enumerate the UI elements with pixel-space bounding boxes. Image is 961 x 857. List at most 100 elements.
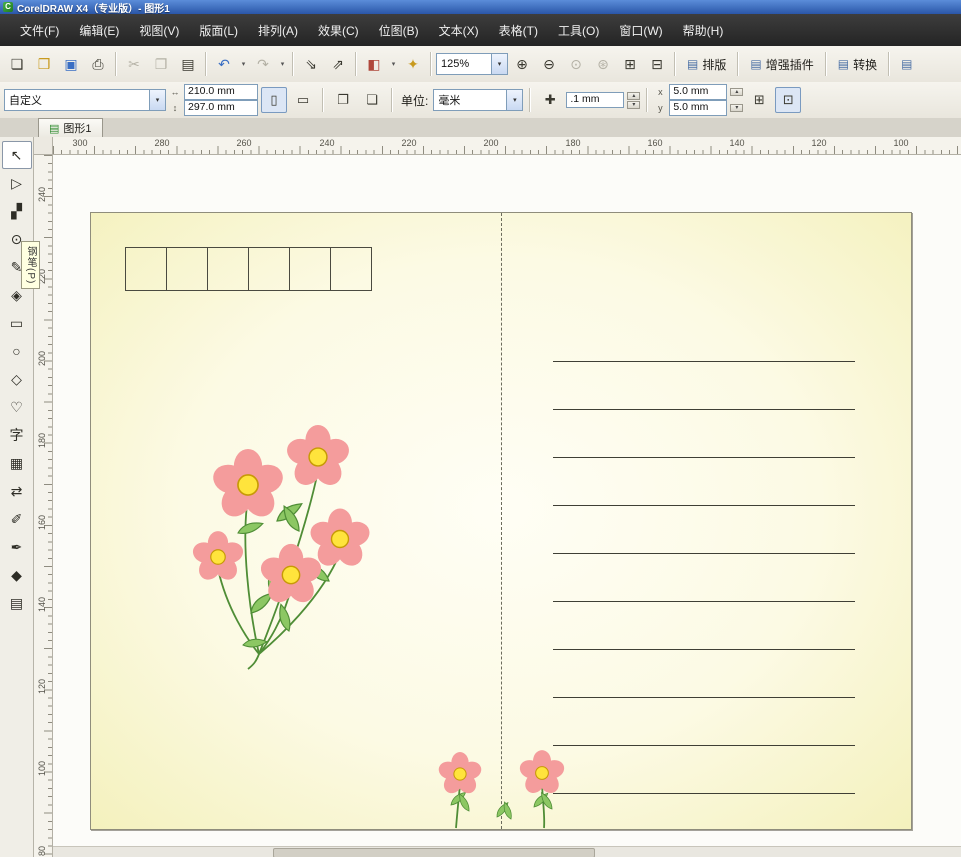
ellipse-icon: ○ [12,343,21,359]
undo-dropdown[interactable]: ▾ [238,52,249,76]
menu-item-text[interactable]: 文本(X) [429,18,489,43]
welcome-screen-button[interactable]: ✦ [400,51,426,77]
horizontal-scrollbar[interactable] [53,846,961,857]
tab-document-1[interactable]: ▤ 图形1 [38,118,103,137]
zoom-actual-button[interactable]: ⊙ [563,51,589,77]
copy-icon: ❐ [154,55,168,72]
menu-item-file[interactable]: 文件(F) [10,18,69,43]
chevron-down-icon[interactable]: ▾ [491,54,507,74]
landscape-button[interactable]: ▭ [290,87,316,113]
undo-button[interactable]: ↶ [211,51,237,77]
duplicate-y-spinner[interactable]: ▾ [730,104,744,112]
table-tool[interactable]: ▦ [2,449,32,477]
separator [322,88,324,112]
nudge-offset-field[interactable]: .1 mm [566,92,625,108]
horizontal-ruler: 300 280 260 240 220 200 180 160 140 120 … [53,137,961,155]
portrait-button[interactable]: ▯ [261,87,287,113]
ruler-h-label: 220 [401,138,417,148]
options-button[interactable]: ⊡ [775,87,802,113]
redo-button[interactable]: ↷ [250,51,276,77]
menu-item-effects[interactable]: 效果(C) [308,18,369,43]
interactive-fill-tool[interactable]: ▤ [2,589,32,617]
layout-label: 排版 [702,57,727,72]
eyedropper-tool[interactable]: ✐ [2,505,32,533]
redo-dropdown[interactable]: ▾ [277,52,288,76]
zoom-selected-button[interactable]: ⊛ [590,51,616,77]
all-pages-button[interactable]: ❐ [330,87,356,113]
spin-up-icon[interactable]: ▴ [730,88,744,96]
menu-item-layout[interactable]: 版面(L) [189,18,248,43]
save-button[interactable]: ▣ [58,51,84,77]
basic-shapes-tool[interactable]: ♡ [2,393,32,421]
zoom-level-combo[interactable]: 125% ▾ [436,53,508,75]
print-button[interactable]: ⎙ [85,51,111,77]
ruler-origin[interactable] [34,137,53,155]
shape-tool[interactable]: ▷ [2,169,32,197]
chevron-down-icon[interactable]: ▾ [506,90,523,110]
postcard-page[interactable] [90,212,912,830]
fill-tool[interactable]: ◆ [2,561,32,589]
fold-line [501,213,502,829]
paper-preset-combo[interactable]: 自定义 ▾ [4,89,166,111]
polygon-tool[interactable]: ◇ [2,365,32,393]
chevron-down-icon: ▾ [241,61,246,68]
pick-tool[interactable]: ↖ [1,141,32,169]
spin-down-icon[interactable]: ▾ [730,104,744,112]
cut-button[interactable]: ✂ [121,51,147,77]
menu-item-help[interactable]: 帮助(H) [673,18,734,43]
separator [115,52,117,76]
duplicate-y-field[interactable]: 5.0 mm [669,100,728,116]
units-combo[interactable]: 毫米 ▾ [433,89,524,111]
paste-button[interactable]: ▤ [175,51,201,77]
launcher-dropdown[interactable]: ▾ [388,52,399,76]
zoom-page-width-button[interactable]: ⊟ [644,51,670,77]
menu-item-window[interactable]: 窗口(W) [609,18,672,43]
plugins-button[interactable]: ▤ 增强插件 [743,51,820,77]
duplicate-x-field[interactable]: 5.0 mm [669,84,728,100]
convert-label: 转换 [853,57,878,72]
paper-height-field[interactable]: 297.0 mm [184,100,258,116]
layout-button[interactable]: ▤ 排版 [680,51,733,77]
zoom-page-icon: ⊞ [624,55,636,72]
menu-item-view[interactable]: 视图(V) [129,18,189,43]
text-tool[interactable]: 字 [2,421,32,449]
open-button[interactable]: ❒ [31,51,57,77]
zoom-page-button[interactable]: ⊞ [617,51,643,77]
chevron-down-icon[interactable]: ▾ [149,90,165,110]
current-page-button[interactable]: ❏ [359,87,385,113]
menu-item-edit[interactable]: 编辑(E) [69,18,129,43]
duplicate-x-spinner[interactable]: ▴ [730,88,744,96]
scrollbar-thumb[interactable] [273,848,595,857]
rectangle-icon: ▭ [9,314,24,331]
copy-button[interactable]: ❐ [148,51,174,77]
menu-item-table[interactable]: 表格(T) [489,18,548,43]
convert-button[interactable]: ▤ 转换 [831,51,884,77]
cut-icon: ✂ [128,55,140,72]
document-icon: ▤ [49,122,60,135]
new-button[interactable]: ❏ [4,51,30,77]
spin-up-icon[interactable]: ▴ [627,91,641,100]
zoom-in-button[interactable]: ⊕ [509,51,535,77]
separator [529,88,532,112]
nudge-spinner[interactable]: ▴ ▾ [627,91,641,109]
export-button[interactable]: ⇗ [325,51,351,77]
ellipse-tool[interactable]: ○ [2,337,32,365]
crop-tool[interactable]: ▞ [2,197,32,225]
rectangle-tool[interactable]: ▭ [2,309,32,337]
menu-item-bitmaps[interactable]: 位图(B) [369,18,429,43]
drawing-canvas[interactable] [53,155,961,857]
separator [430,52,432,76]
paper-width-field[interactable]: 210.0 mm [184,84,258,100]
application-launcher-button[interactable]: ◧ [361,51,387,77]
snap-button[interactable]: ⊞ [746,87,772,113]
interactive-tool[interactable]: ⇄ [2,477,32,505]
duplicate-distance-fields: x 5.0 mm ▴ y 5.0 mm ▾ [654,84,744,116]
redo-icon: ↷ [257,55,269,72]
zoom-out-button[interactable]: ⊖ [536,51,562,77]
menu-item-arrange[interactable]: 排列(A) [248,18,308,43]
spin-down-icon[interactable]: ▾ [627,100,641,109]
clipped-toolbar-button[interactable]: ▤ [894,51,919,77]
import-button[interactable]: ⇘ [298,51,324,77]
menu-item-tools[interactable]: 工具(O) [548,18,609,43]
outline-pen-tool[interactable]: ✒ [2,533,32,561]
